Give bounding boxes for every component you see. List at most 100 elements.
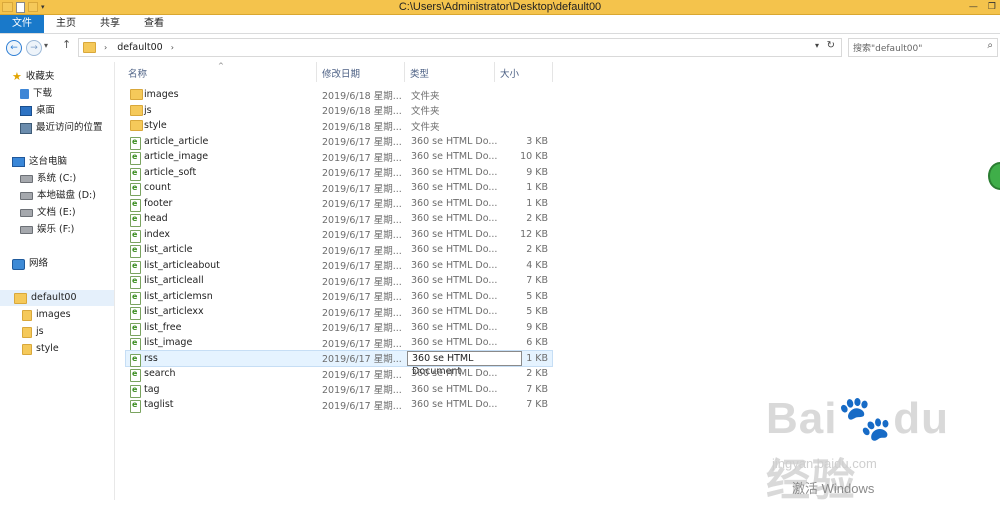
html-file-icon (130, 183, 141, 196)
up-icon[interactable]: ↑ (62, 38, 71, 51)
drive-icon (20, 192, 33, 200)
file-date: 2019/6/17 星期... (322, 307, 402, 319)
recent-locations-icon[interactable]: ▾ (44, 41, 48, 50)
sidebar-item-this-pc[interactable]: 这台电脑 (12, 154, 67, 170)
sidebar-item-downloads[interactable]: 下载 (20, 86, 52, 102)
tab-view[interactable]: 查看 (132, 15, 176, 33)
address-bar[interactable]: › default00 › ▾ ↻ (78, 38, 842, 57)
file-name: list_free (144, 321, 182, 333)
file-row[interactable]: article_article 2019/6/17 星期... 360 se HTM… (126, 134, 552, 150)
sidebar-item-style[interactable]: style (22, 341, 59, 357)
search-icon[interactable]: ⌕ (987, 40, 993, 51)
sidebar-item-drive-c[interactable]: 系统 (C:) (20, 171, 76, 187)
folder-row[interactable]: images 2019/6/18 星期... 文件夹 (126, 87, 552, 102)
file-row[interactable]: list_articleall 2019/6/17 星期... 360 se HTM… (126, 273, 552, 289)
file-row[interactable]: list_articlexx 2019/6/17 星期... 360 se HTML… (126, 304, 552, 320)
star-icon: ★ (12, 70, 22, 83)
sidebar-item-js[interactable]: js (22, 324, 44, 340)
file-row[interactable]: taglist 2019/6/17 星期... 360 se HTML Do... 7… (126, 397, 552, 413)
tab-file[interactable]: 文件 (0, 15, 44, 33)
file-size: 9 KB (526, 166, 548, 178)
folder-row[interactable]: style 2019/6/18 星期... 文件夹 (126, 118, 552, 133)
sidebar-item-recent[interactable]: 最近访问的位置 (20, 120, 103, 136)
file-row[interactable]: list_articleabout 2019/6/17 星期... 360 se H… (126, 258, 552, 274)
file-name: list_articlemsn (144, 290, 213, 302)
column-divider[interactable] (494, 62, 495, 82)
sidebar-item-label: 收藏夹 (25, 71, 55, 82)
refresh-icon[interactable]: ↻ (827, 40, 835, 51)
column-divider[interactable] (404, 62, 405, 82)
forward-button[interactable]: → (26, 40, 42, 56)
column-header-date[interactable]: 修改日期 (322, 66, 360, 80)
column-header-type[interactable]: 类型 (410, 66, 429, 80)
file-date: 2019/6/17 星期... (322, 338, 402, 350)
file-date: 2019/6/17 星期... (322, 183, 402, 195)
file-row[interactable]: article_image 2019/6/17 星期... 360 se HTML … (126, 149, 552, 165)
column-divider[interactable] (316, 62, 317, 82)
folder-icon (130, 89, 143, 100)
file-size: 9 KB (526, 321, 548, 333)
folder-icon (83, 42, 96, 53)
file-name: footer (144, 197, 173, 209)
file-row[interactable]: list_articlemsn 2019/6/17 星期... 360 se HTM… (126, 289, 552, 305)
file-row[interactable]: article_soft 2019/6/17 星期... 360 se HTML D… (126, 165, 552, 181)
file-name: head (144, 213, 168, 224)
sidebar-item-label: 文档 (E:) (37, 207, 76, 218)
file-size: 1 KB (526, 352, 548, 364)
sidebar-item-network[interactable]: 网络 (12, 256, 48, 272)
sidebar-item-label: 本地磁盘 (D:) (37, 190, 96, 201)
column-divider[interactable] (552, 62, 553, 82)
file-name: index (144, 228, 170, 240)
file-row[interactable]: rss 2019/6/17 星期... 360 se HTML Document 1 … (125, 349, 553, 377)
column-header-size[interactable]: 大小 (500, 66, 519, 80)
file-date: 2019/6/17 星期... (322, 292, 402, 303)
chevron-down-icon[interactable]: ▾ (815, 41, 819, 50)
column-header-name[interactable]: 名称 (128, 66, 147, 80)
folder-icon (130, 120, 143, 131)
ribbon-tabs: 文件 主页 共享 查看 (0, 15, 1000, 34)
html-file-icon (130, 245, 141, 258)
file-row[interactable]: list_free 2019/6/17 星期... 360 se HTML Do..… (126, 320, 552, 336)
file-row[interactable]: index 2019/6/17 星期... 360 se HTML Do... 12 … (126, 227, 552, 243)
sidebar-item-drive-f[interactable]: 娱乐 (F:) (20, 222, 74, 238)
activate-windows-notice: 激活 Windows (792, 481, 875, 496)
minimize-icon[interactable]: — (969, 2, 978, 12)
sidebar-item-favorites[interactable]: ★ 收藏夹 (12, 69, 54, 85)
sidebar-item-default00[interactable]: default00 (0, 290, 114, 306)
folder-icon (22, 326, 32, 338)
sidebar-item-drive-e[interactable]: 文档 (E:) (20, 205, 76, 221)
html-file-icon (130, 369, 141, 382)
folder-icon (14, 292, 27, 304)
file-row[interactable]: list_image 2019/6/17 星期... 360 se HTML Do.… (126, 335, 552, 351)
tab-home[interactable]: 主页 (44, 15, 88, 33)
file-row[interactable]: footer 2019/6/17 星期... 360 se HTML Do... 1 … (126, 196, 552, 212)
file-row[interactable]: count 2019/6/17 星期... 360 se HTML Do... 1 K… (126, 180, 552, 196)
maximize-icon[interactable]: ❐ (988, 2, 996, 12)
folder-icon (22, 309, 32, 321)
desktop-icon (20, 106, 32, 116)
file-name: tag (144, 383, 160, 395)
file-row[interactable]: search 2019/6/17 星期... 360 se HTML Do... 2 … (126, 366, 552, 382)
sidebar-item-images[interactable]: images (22, 307, 71, 323)
file-type: 360 se HTML Do... (411, 306, 498, 317)
folder-row[interactable]: js 2019/6/18 星期... 文件夹 (126, 103, 552, 118)
breadcrumb[interactable]: default00 (117, 42, 163, 53)
tab-share[interactable]: 共享 (88, 15, 132, 33)
file-type: 360 se HTML Do... (411, 275, 498, 286)
window-title: C:\Users\Administrator\Desktop\default00 (398, 1, 602, 13)
file-row[interactable]: head 2019/6/17 星期... 360 se HTML Do... 2 KB (126, 211, 552, 227)
sidebar-item-drive-d[interactable]: 本地磁盘 (D:) (20, 188, 96, 204)
breadcrumb-separator[interactable]: › (104, 43, 107, 52)
breadcrumb-separator[interactable]: › (171, 43, 174, 52)
file-row[interactable]: tag 2019/6/17 星期... 360 se HTML Do... 7 KB (126, 382, 552, 398)
file-name: list_articleabout (144, 259, 220, 271)
file-name: article_soft (144, 166, 197, 178)
file-name: list_article (144, 244, 193, 255)
file-date: 2019/6/17 星期... (322, 323, 402, 334)
search-input[interactable]: 搜索"default00" ⌕ (848, 38, 998, 57)
back-button[interactable]: ← (6, 40, 22, 56)
computer-icon (12, 157, 25, 167)
file-row[interactable]: list_article 2019/6/17 星期... 360 se HTML D… (126, 242, 552, 258)
sidebar-item-desktop[interactable]: 桌面 (20, 103, 55, 119)
file-size: 3 KB (526, 135, 548, 147)
